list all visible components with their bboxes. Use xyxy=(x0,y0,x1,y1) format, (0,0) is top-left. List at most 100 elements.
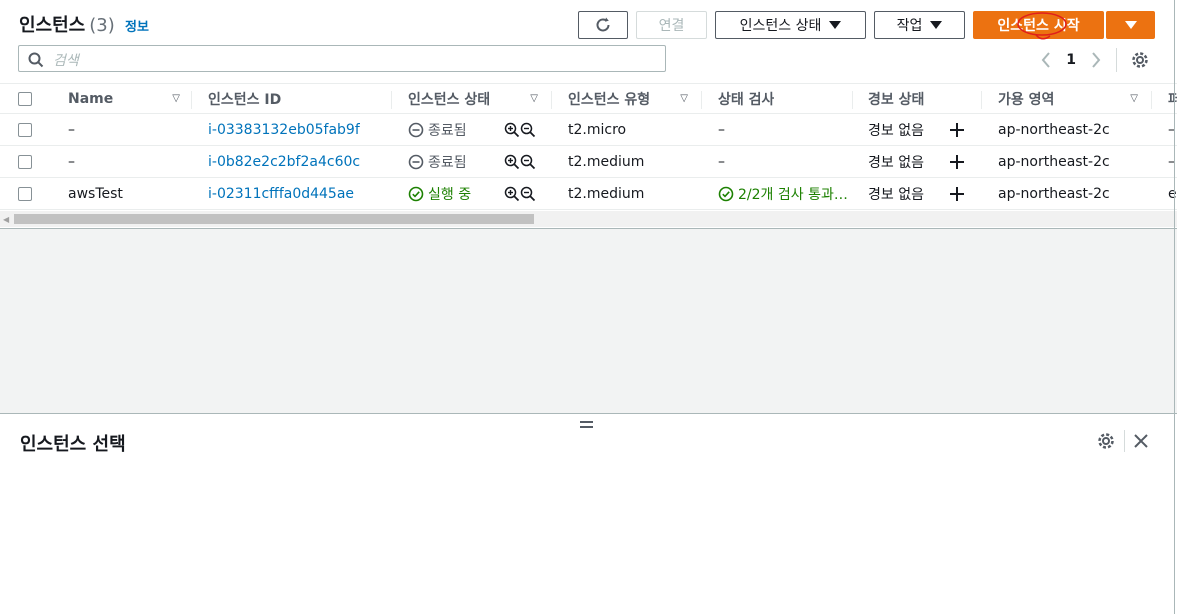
column-header-name[interactable]: Name ▽ xyxy=(68,84,180,113)
zoom-in-icon[interactable] xyxy=(504,122,520,138)
cell-az: ap-northeast-2c xyxy=(998,153,1110,170)
cell-az: ap-northeast-2c xyxy=(998,121,1110,138)
zoom-icons xyxy=(504,146,536,177)
detail-title: 인스턴스 선택 xyxy=(20,434,126,455)
cell-type: t2.medium xyxy=(568,153,645,170)
pagination: 1 xyxy=(1040,48,1149,72)
scroll-left-icon[interactable]: ◀ xyxy=(3,215,9,224)
column-header-status-check[interactable]: 상태 검사 xyxy=(718,84,774,113)
sort-icon: ▽ xyxy=(172,93,180,104)
row-checkbox[interactable] xyxy=(18,114,32,145)
refresh-button[interactable] xyxy=(578,11,628,39)
zoom-icons xyxy=(504,178,536,209)
instance-state-label: 인스턴스 상태 xyxy=(739,18,822,34)
empty-area xyxy=(0,229,1177,414)
refresh-icon xyxy=(596,17,610,32)
column-header-label: Name xyxy=(68,90,114,107)
caret-down-icon xyxy=(930,21,943,29)
table-row[interactable]: awsTest i-02311cfffa0d445ae 실행 중 t2.medi… xyxy=(0,178,1177,210)
zoom-out-icon[interactable] xyxy=(520,154,536,170)
instance-state-button[interactable]: 인스턴스 상태 xyxy=(715,11,866,39)
cell-state: 실행 중 xyxy=(408,178,471,209)
page-number[interactable]: 1 xyxy=(1066,52,1076,68)
close-icon[interactable] xyxy=(1133,433,1149,449)
cell-state: 종료됨 xyxy=(408,114,467,145)
launch-dropdown-button[interactable] xyxy=(1106,11,1155,39)
zoom-out-icon[interactable] xyxy=(520,122,536,138)
table-header-row: Name ▽ 인스턴스 ID 인스턴스 상태 ▽ 인스턴스 유형 ▽ 상태 검사 경보… xyxy=(0,83,1177,114)
zoom-in-icon[interactable] xyxy=(504,186,520,202)
cell-status-check: – xyxy=(718,121,725,138)
row-checkbox[interactable] xyxy=(18,178,32,209)
add-alarm-icon[interactable] xyxy=(948,146,966,177)
state-label: 종료됨 xyxy=(428,122,467,139)
cell-status-check: – xyxy=(718,153,725,170)
cell-az: ap-northeast-2c xyxy=(998,185,1110,202)
sort-icon: ▽ xyxy=(680,93,688,104)
cell-name: awsTest xyxy=(68,185,123,202)
caret-down-icon xyxy=(829,21,842,29)
cell-type: t2.medium xyxy=(568,185,645,202)
chevron-left-icon[interactable] xyxy=(1040,51,1052,69)
check-circle-icon xyxy=(718,186,734,201)
select-all-checkbox[interactable] xyxy=(18,84,32,113)
check-circle-icon xyxy=(408,186,424,201)
divider xyxy=(1124,430,1125,452)
actions-label: 작업 xyxy=(896,18,923,34)
search-icon xyxy=(28,52,44,68)
resize-handle-icon[interactable] xyxy=(580,421,593,431)
column-header-label: 가용 영역 xyxy=(998,91,1055,108)
sort-icon: ▽ xyxy=(1130,93,1138,104)
instance-id-link[interactable]: i-03383132eb05fab9f xyxy=(208,114,360,145)
cell-type: t2.micro xyxy=(568,121,627,138)
row-checkbox[interactable] xyxy=(18,146,32,177)
instance-id-link[interactable]: i-02311cfffa0d445ae xyxy=(208,178,354,209)
instance-count: (3) xyxy=(89,15,115,36)
stopped-icon xyxy=(408,122,424,137)
zoom-out-icon[interactable] xyxy=(520,186,536,202)
horizontal-scrollbar[interactable]: ◀ xyxy=(0,211,1177,227)
column-header-type[interactable]: 인스턴스 유형 ▽ xyxy=(568,84,688,113)
cell-name: – xyxy=(68,121,75,138)
detail-panel: 인스턴스 선택 xyxy=(0,414,1177,614)
red-annotation-mark xyxy=(1017,12,1067,40)
instance-id-link[interactable]: i-0b82e2c2bf2a4c60c xyxy=(208,146,360,177)
cell-alarm: 경보 없음 xyxy=(868,154,924,171)
stopped-icon xyxy=(408,154,424,169)
search-placeholder: 검색 xyxy=(53,53,79,69)
cell-next: e xyxy=(1168,185,1177,202)
column-header-state[interactable]: 인스턴스 상태 ▽ xyxy=(408,84,538,113)
cell-name: – xyxy=(68,153,75,170)
add-alarm-icon[interactable] xyxy=(948,114,966,145)
gear-icon[interactable] xyxy=(1131,51,1149,69)
table-row[interactable]: – i-0b82e2c2bf2a4c60c 종료됨 t2.medium – 경보… xyxy=(0,146,1177,178)
connect-button[interactable]: 연결 xyxy=(636,11,707,39)
table-row[interactable]: – i-03383132eb05fab9f 종료됨 t2.micro – 경보 … xyxy=(0,114,1177,146)
column-header-instance-id[interactable]: 인스턴스 ID xyxy=(208,84,281,113)
instances-table: Name ▽ 인스턴스 ID 인스턴스 상태 ▽ 인스턴스 유형 ▽ 상태 검사 경보… xyxy=(0,83,1177,210)
scrollbar-thumb[interactable] xyxy=(14,214,534,224)
cell-alarm: 경보 없음 xyxy=(868,186,924,203)
add-alarm-icon[interactable] xyxy=(948,178,966,209)
page-title: 인스턴스 (3) xyxy=(19,15,115,36)
info-link[interactable]: 정보 xyxy=(125,16,149,35)
column-header-az[interactable]: 가용 영역 ▽ xyxy=(998,84,1138,113)
column-header-next[interactable]: 퍼 xyxy=(1168,84,1177,113)
search-field[interactable]: 검색 xyxy=(18,45,666,72)
sort-icon: ▽ xyxy=(530,93,538,104)
state-label: 실행 중 xyxy=(428,186,472,203)
column-header-label: 인스턴스 유형 xyxy=(568,91,651,108)
gear-icon[interactable] xyxy=(1097,432,1115,450)
instances-panel: 인스턴스 (3) 정보 연결 인스턴스 상태 작업 인스턴스 시작 검색 1 N… xyxy=(0,0,1177,229)
zoom-in-icon[interactable] xyxy=(504,154,520,170)
zoom-icons xyxy=(504,114,536,145)
caret-down-icon xyxy=(1124,21,1137,29)
window-edge xyxy=(1174,0,1175,614)
state-label: 종료됨 xyxy=(428,154,467,171)
cell-alarm: 경보 없음 xyxy=(868,122,924,139)
column-header-alarm[interactable]: 경보 상태 xyxy=(868,84,924,113)
chevron-right-icon[interactable] xyxy=(1090,51,1102,69)
actions-button[interactable]: 작업 xyxy=(874,11,965,39)
status-check-label: 2/2개 검사 통과… xyxy=(738,186,848,203)
cell-state: 종료됨 xyxy=(408,146,467,177)
